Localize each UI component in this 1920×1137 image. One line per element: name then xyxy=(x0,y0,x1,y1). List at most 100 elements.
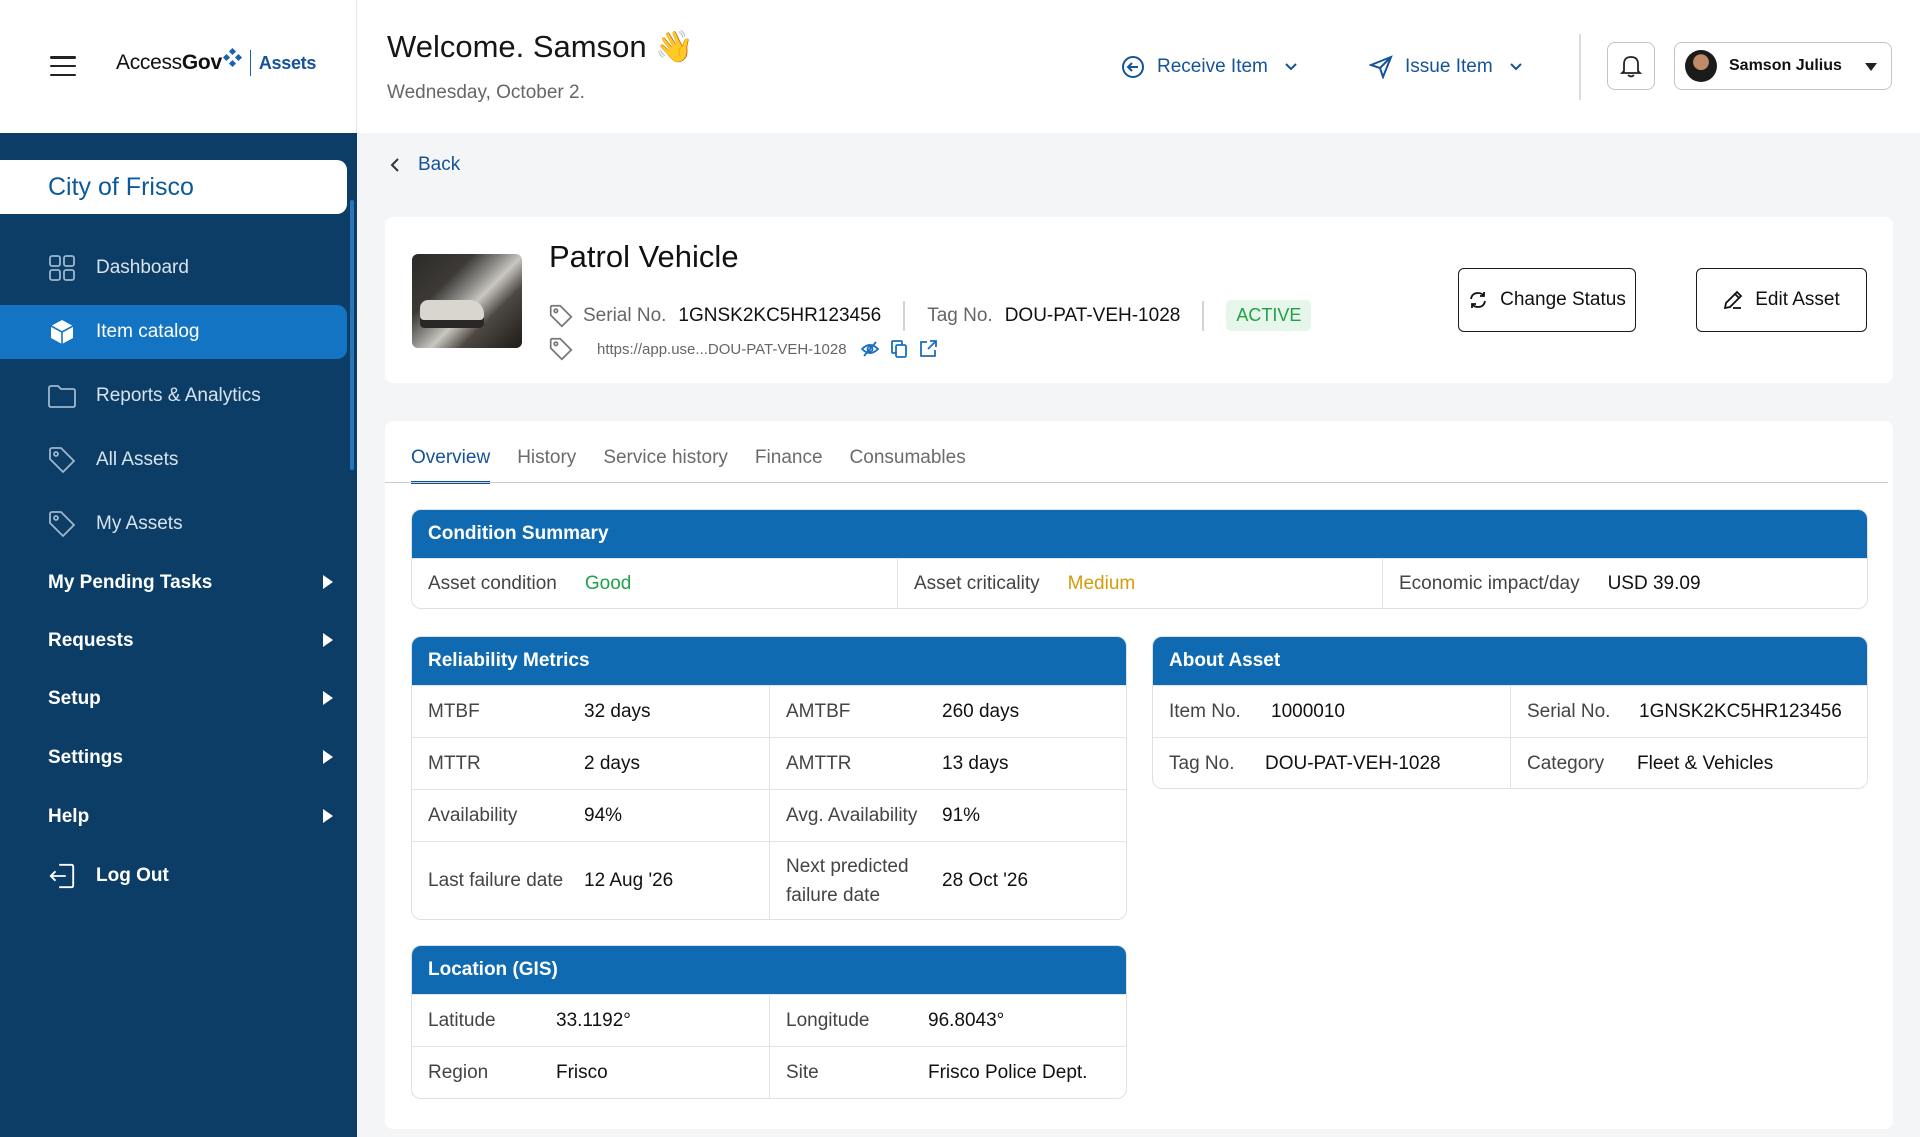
table-row: Availability 94% Avg. Availability 91% xyxy=(412,789,1126,841)
info-label: Serial No. xyxy=(1527,700,1611,722)
info-value: DOU-PAT-VEH-1028 xyxy=(1265,752,1441,774)
sidebar-group-setup[interactable]: Setup xyxy=(0,672,347,726)
info-label: Category xyxy=(1527,752,1605,774)
metric-label: Last failure date xyxy=(428,869,564,891)
metric-label: Avg. Availability xyxy=(786,804,918,826)
caret-right-icon xyxy=(323,633,333,647)
metric-label: AMTBF xyxy=(786,700,851,722)
metric-label: AMTTR xyxy=(786,752,852,774)
sidebar: City of Frisco Dashboard Item catalog Re… xyxy=(0,0,357,1137)
asset-url-row: https://app.use...DOU-PAT-VEH-1028 xyxy=(549,337,949,361)
sidebar-item-label: My Assets xyxy=(96,513,183,534)
issue-item-label: Issue Item xyxy=(1405,56,1493,77)
tab-consumables[interactable]: Consumables xyxy=(850,447,966,484)
app-logo[interactable]: Access Gov Assets xyxy=(116,47,317,76)
sidebar-group-settings[interactable]: Settings xyxy=(0,731,347,785)
sidebar-group-label: Settings xyxy=(48,747,123,768)
user-menu[interactable]: Samson Julius xyxy=(1674,42,1892,90)
chevron-down-icon xyxy=(1285,63,1297,71)
economic-impact-label: Economic impact/day xyxy=(1399,573,1580,594)
top-header: Welcome. Samson 👋 Wednesday, October 2. … xyxy=(357,0,1920,133)
tab-finance[interactable]: Finance xyxy=(755,447,823,484)
metric-value: 28 Oct '26 xyxy=(942,869,1029,891)
receive-item-button[interactable]: Receive Item xyxy=(1121,50,1298,84)
notifications-button[interactable] xyxy=(1607,42,1655,90)
sidebar-item-all-assets[interactable]: All Assets xyxy=(0,433,347,487)
caret-right-icon xyxy=(323,750,333,764)
logout-button[interactable]: Log Out xyxy=(0,849,347,903)
sidebar-group-requests[interactable]: Requests xyxy=(0,614,347,668)
location-value: Frisco xyxy=(556,1061,608,1083)
table-row: MTTR 2 days AMTTR 13 days xyxy=(412,737,1126,789)
caret-down-icon xyxy=(1865,63,1877,71)
asset-thumbnail xyxy=(412,254,522,348)
sidebar-group-label: Setup xyxy=(48,688,101,709)
sidebar-item-item-catalog[interactable]: Item catalog xyxy=(0,305,347,359)
user-name: Samson Julius xyxy=(1729,57,1842,74)
asset-summary-card: Patrol Vehicle Serial No. 1GNSK2KC5HR123… xyxy=(385,217,1893,383)
eye-off-icon[interactable] xyxy=(860,341,879,357)
chevron-down-icon xyxy=(1509,63,1522,71)
org-name[interactable]: City of Frisco xyxy=(0,160,347,214)
panel-title: About Asset xyxy=(1153,637,1867,685)
logout-label: Log Out xyxy=(96,865,169,886)
avatar xyxy=(1685,50,1717,82)
info-value: 1000010 xyxy=(1271,700,1345,722)
sidebar-group-help[interactable]: Help xyxy=(0,790,347,844)
caret-right-icon xyxy=(323,809,333,823)
current-date: Wednesday, October 2. xyxy=(387,82,585,103)
brand-bar: Access Gov Assets xyxy=(0,0,357,133)
criticality-label: Asset criticality xyxy=(914,573,1040,594)
metric-value: 91% xyxy=(942,804,981,826)
asset-title: Patrol Vehicle xyxy=(549,239,739,274)
info-label: Item No. xyxy=(1169,700,1241,722)
metric-value: 2 days xyxy=(584,752,640,774)
condition-summary-panel: Condition Summary Asset condition Good A… xyxy=(411,509,1868,609)
page-title: Welcome. Samson 👋 xyxy=(387,29,694,64)
table-row: Item No. 1000010 Serial No. 1GNSK2KC5HR123… xyxy=(1153,685,1867,737)
chevron-left-icon xyxy=(390,158,399,172)
metric-value: 12 Aug '26 xyxy=(584,869,674,891)
location-label: Longitude xyxy=(786,1009,870,1031)
logo-text-bold: Gov xyxy=(181,51,222,74)
sidebar-group-label: My Pending Tasks xyxy=(48,572,213,593)
metric-value: 32 days xyxy=(584,700,651,722)
tab-history[interactable]: History xyxy=(517,447,576,484)
about-asset-panel: About Asset Item No. 1000010 Serial No. 1G… xyxy=(1152,636,1868,789)
location-label: Site xyxy=(786,1061,819,1083)
tab-bar: Overview History Service history Finance… xyxy=(411,447,993,484)
tag-value: DOU-PAT-VEH-1028 xyxy=(1004,304,1181,326)
location-label: Latitude xyxy=(428,1009,496,1031)
sidebar-scrollbar[interactable] xyxy=(350,200,354,470)
copy-icon[interactable] xyxy=(890,340,907,358)
send-icon xyxy=(1369,55,1393,79)
tag-icon xyxy=(549,304,573,327)
edit-asset-button[interactable]: Edit Asset xyxy=(1696,268,1867,332)
asset-meta: Serial No. 1GNSK2KC5HR123456 Tag No. DOU… xyxy=(549,300,1312,331)
panel-title: Location (GIS) xyxy=(412,946,1126,994)
tab-overview[interactable]: Overview xyxy=(411,447,491,484)
metric-value: 94% xyxy=(584,804,623,826)
sidebar-item-label: Item catalog xyxy=(96,321,200,342)
external-link-icon[interactable] xyxy=(919,340,937,358)
logo-mark-icon xyxy=(222,47,242,68)
sidebar-item-reports[interactable]: Reports & Analytics xyxy=(0,369,347,423)
menu-icon[interactable] xyxy=(50,56,76,76)
sidebar-item-my-assets[interactable]: My Assets xyxy=(0,497,347,551)
reliability-metrics-panel: Reliability Metrics MTBF 32 days AMTBF 260… xyxy=(411,636,1127,920)
sidebar-item-label: Reports & Analytics xyxy=(96,385,261,406)
back-link[interactable]: Back xyxy=(390,150,460,180)
tag-label: Tag No. xyxy=(927,304,993,326)
logo-product: Assets xyxy=(258,52,317,73)
logout-icon xyxy=(48,862,76,890)
box-icon xyxy=(48,318,76,346)
change-status-label: Change Status xyxy=(1500,289,1626,310)
tab-service-history[interactable]: Service history xyxy=(603,447,728,484)
sidebar-group-pending-tasks[interactable]: My Pending Tasks xyxy=(0,556,347,610)
change-status-button[interactable]: Change Status xyxy=(1458,268,1636,332)
info-value: 1GNSK2KC5HR123456 xyxy=(1639,700,1842,722)
issue-item-button[interactable]: Issue Item xyxy=(1369,50,1523,84)
refresh-icon xyxy=(1470,292,1487,308)
panel-title: Reliability Metrics xyxy=(412,637,1126,685)
sidebar-item-dashboard[interactable]: Dashboard xyxy=(0,241,347,295)
